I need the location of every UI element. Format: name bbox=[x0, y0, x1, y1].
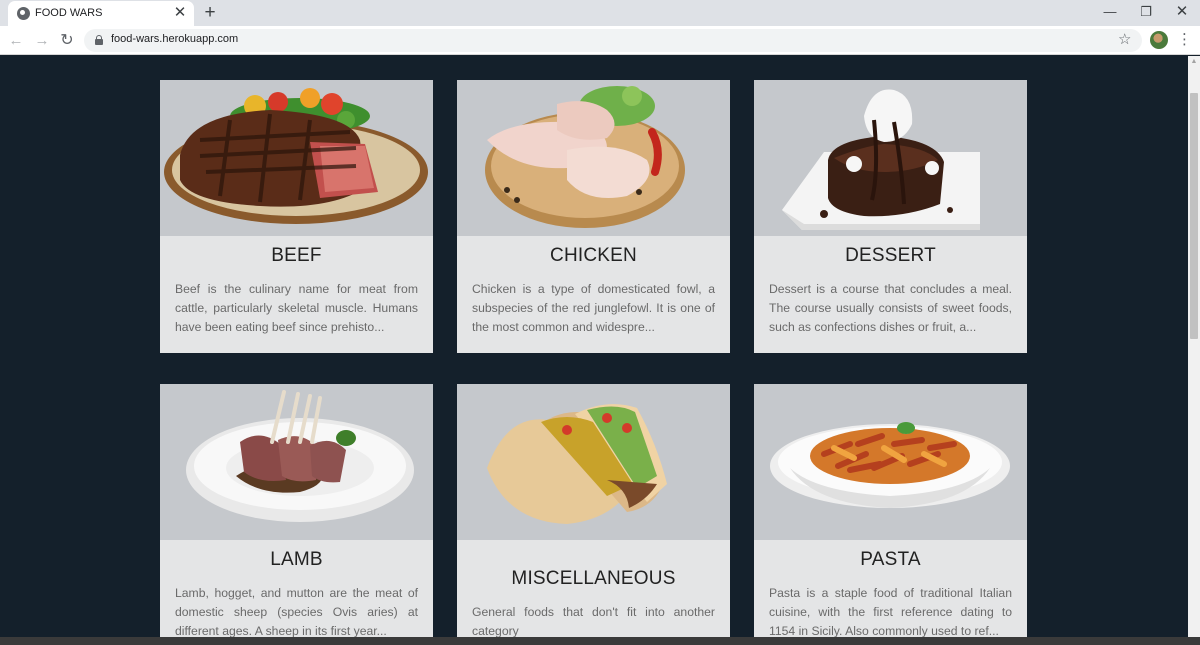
minimize-icon[interactable]: — bbox=[1092, 0, 1128, 24]
taskbar-strip bbox=[0, 637, 1200, 645]
pasta-image[interactable] bbox=[754, 384, 1027, 540]
browser-toolbar: ← → ↻ food-wars.herokuapp.com ☆ ⋮ bbox=[0, 26, 1200, 55]
reload-icon[interactable]: ↻ bbox=[56, 30, 78, 52]
bookmark-star-icon[interactable]: ☆ bbox=[1118, 30, 1131, 50]
category-card-dessert[interactable]: DESSERT Dessert is a course that conclud… bbox=[754, 80, 1027, 353]
chicken-image[interactable] bbox=[457, 80, 730, 236]
restore-icon[interactable]: ❐ bbox=[1128, 0, 1164, 24]
lamb-image[interactable] bbox=[160, 384, 433, 540]
category-card-chicken[interactable]: CHICKEN Chicken is a type of domesticate… bbox=[457, 80, 730, 353]
back-arrow-icon[interactable]: ← bbox=[5, 30, 27, 52]
card-title: BEEF bbox=[271, 245, 322, 266]
forward-arrow-icon[interactable]: → bbox=[31, 30, 53, 52]
category-card-pasta[interactable]: PASTA Pasta is a staple food of traditio… bbox=[754, 384, 1027, 637]
window-close-icon[interactable]: ✕ bbox=[1164, 0, 1200, 24]
category-card-lamb[interactable]: LAMB Lamb, hogget, and mutton are the me… bbox=[160, 384, 433, 637]
profile-avatar[interactable] bbox=[1150, 31, 1168, 49]
card-description: General foods that don't fit into anothe… bbox=[472, 605, 715, 637]
dessert-image[interactable] bbox=[754, 80, 1027, 236]
close-tab-icon[interactable]: ✕ bbox=[171, 4, 189, 22]
card-description: Beef is the culinary name for meat from … bbox=[175, 282, 418, 334]
card-description: Chicken is a type of domesticated fowl, … bbox=[472, 282, 715, 334]
tab-strip: FOOD WARS ✕ + — ❐ ✕ bbox=[0, 0, 1200, 26]
globe-icon bbox=[17, 7, 30, 20]
address-bar[interactable]: food-wars.herokuapp.com ☆ bbox=[84, 29, 1142, 52]
card-description: Pasta is a staple food of traditional It… bbox=[769, 586, 1012, 637]
scroll-thumb[interactable] bbox=[1190, 93, 1198, 339]
card-title: DESSERT bbox=[845, 245, 936, 266]
lock-icon[interactable] bbox=[95, 35, 103, 45]
card-title: LAMB bbox=[270, 549, 323, 570]
card-description: Dessert is a course that concludes a mea… bbox=[769, 282, 1012, 334]
vertical-scrollbar[interactable]: ▲ bbox=[1188, 56, 1200, 637]
card-title: PASTA bbox=[860, 549, 921, 570]
page-content: BEEF Beef is the culinary name for meat … bbox=[0, 56, 1188, 637]
miscellaneous-image[interactable] bbox=[457, 384, 730, 540]
card-title: MISCELLANEOUS bbox=[511, 568, 676, 589]
category-card-beef[interactable]: BEEF Beef is the culinary name for meat … bbox=[160, 80, 433, 353]
beef-image[interactable] bbox=[160, 80, 433, 236]
tab-title: FOOD WARS bbox=[35, 7, 103, 19]
card-description: Lamb, hogget, and mutton are the meat of… bbox=[175, 586, 418, 637]
more-menu-icon[interactable]: ⋮ bbox=[1177, 30, 1192, 50]
card-title: CHICKEN bbox=[550, 245, 637, 266]
url-text[interactable]: food-wars.herokuapp.com bbox=[111, 33, 238, 45]
category-card-miscellaneous[interactable]: MISCELLANEOUS General foods that don't f… bbox=[457, 384, 730, 637]
scroll-up-arrow-icon[interactable]: ▲ bbox=[1188, 56, 1200, 68]
new-tab-button[interactable]: + bbox=[200, 3, 220, 23]
browser-tab[interactable]: FOOD WARS ✕ bbox=[8, 1, 194, 26]
